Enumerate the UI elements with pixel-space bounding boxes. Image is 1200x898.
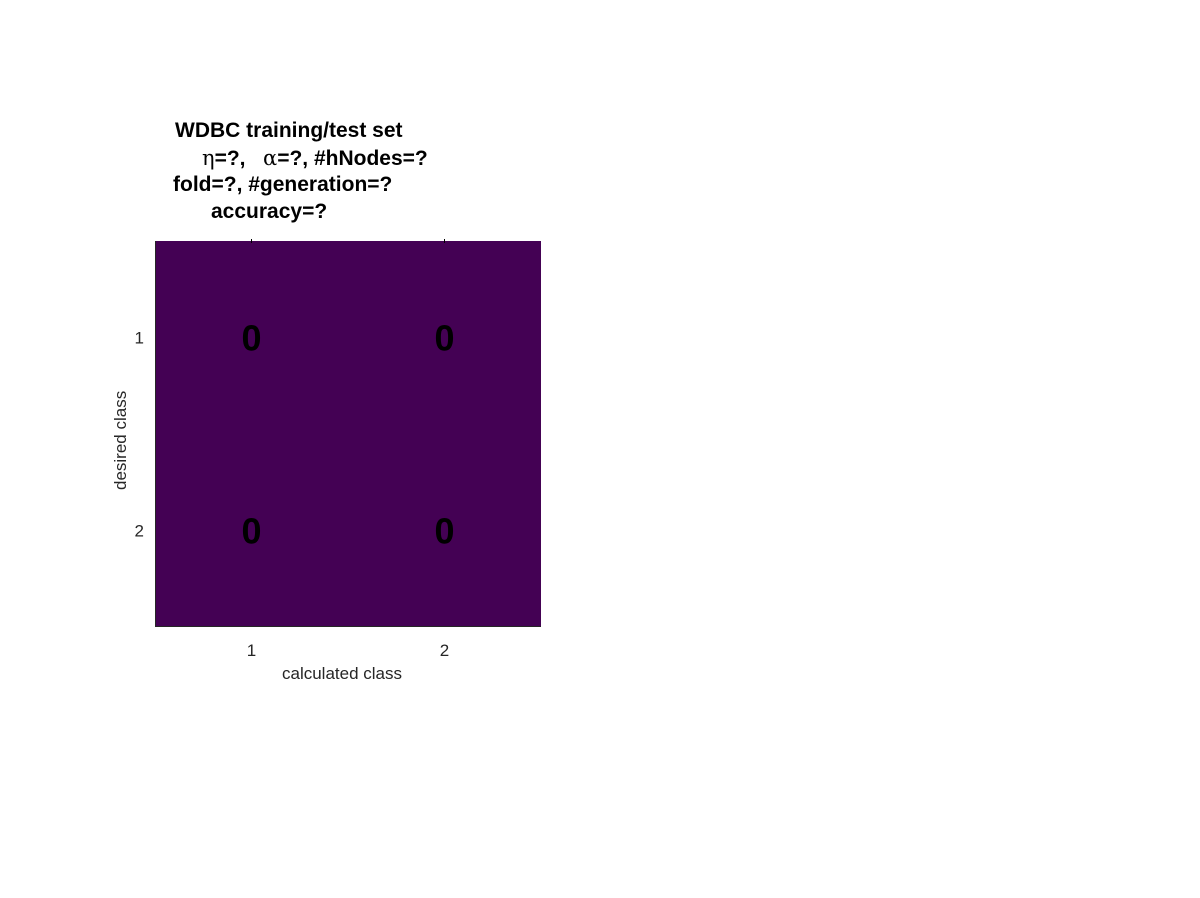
x-tick-label-1: 1 [247, 641, 256, 660]
x-tick-label-2: 2 [440, 641, 449, 660]
x-axis-label: calculated class [282, 664, 403, 683]
cell-value-1-1: 0 [241, 318, 261, 359]
y-tick-label-2: 2 [135, 522, 144, 541]
cell-value-2-2: 0 [434, 511, 454, 552]
cell-value-2-1: 0 [241, 511, 261, 552]
y-tick-label-1: 1 [135, 329, 144, 348]
figure: WDBC training/test set η=?, α=?, #hNodes… [0, 0, 1200, 898]
y-axis-label: desired class [111, 390, 130, 490]
cell-value-1-2: 0 [434, 318, 454, 359]
confusion-matrix-plot: 1 2 1 2 0 0 0 0 [135, 239, 541, 660]
